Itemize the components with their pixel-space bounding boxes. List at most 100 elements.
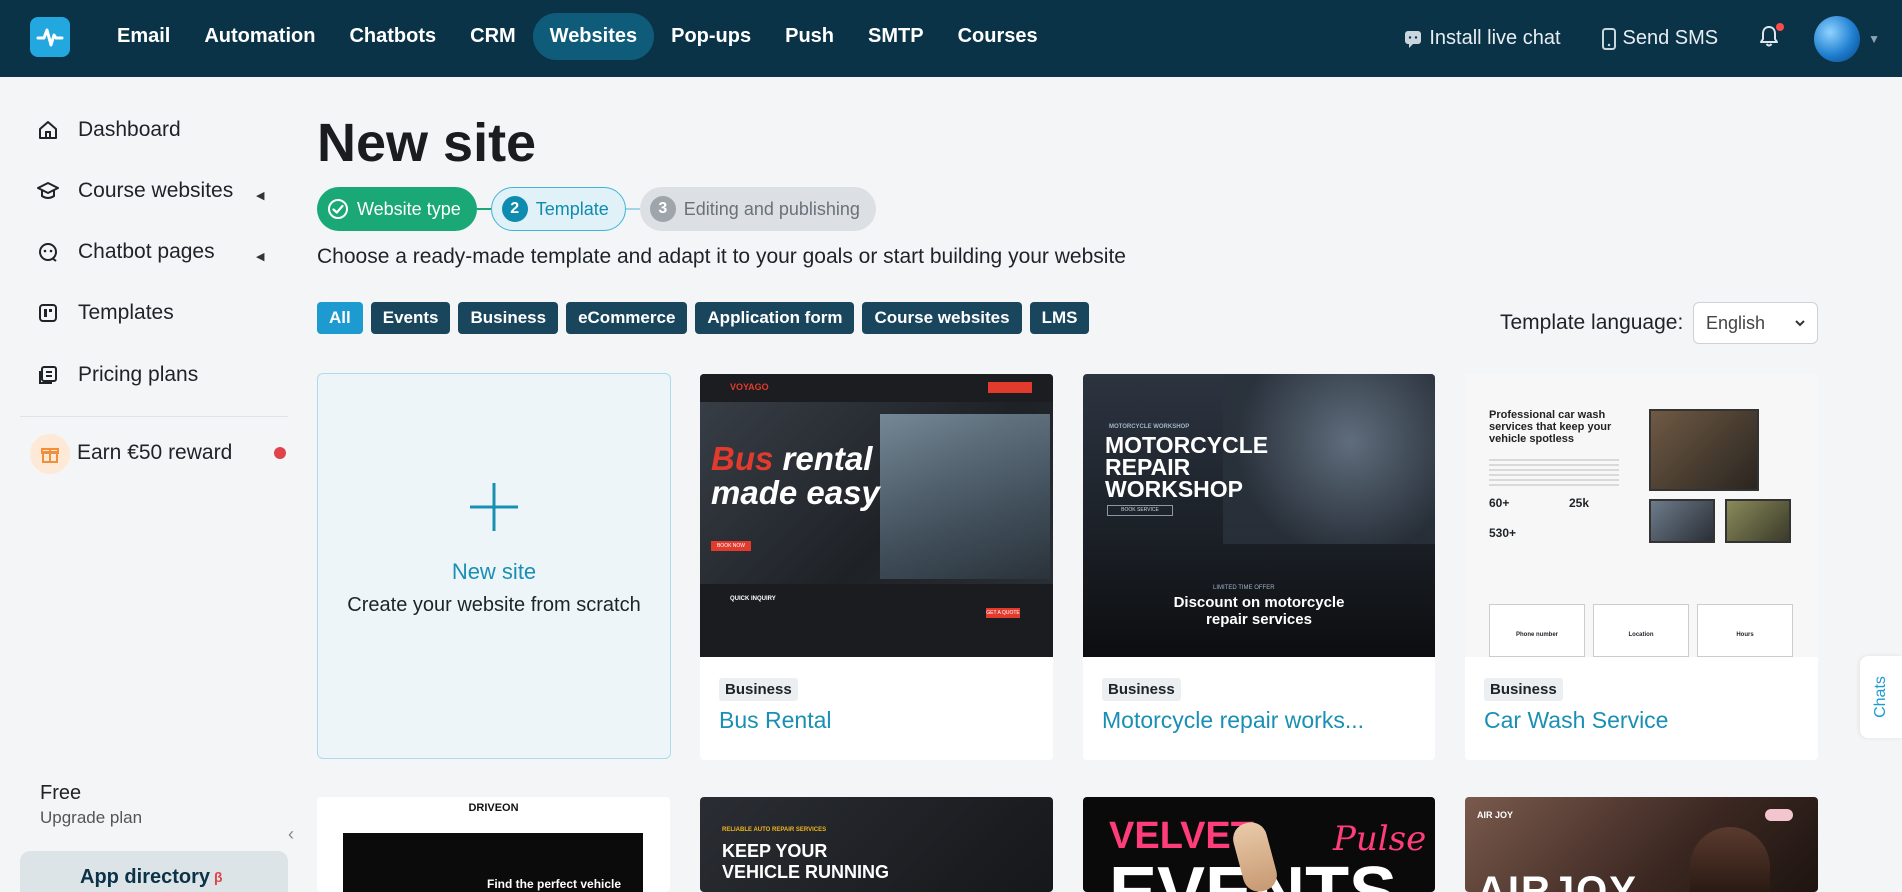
preview-script: Pulse [1333,819,1427,859]
filter-business[interactable]: Business [458,302,559,334]
main-nav: Email Automation Chatbots CRM Websites P… [100,13,1055,60]
sidebar-item-label: Templates [78,301,174,324]
step-connector [625,208,640,210]
step-template[interactable]: 2 Template [490,187,626,231]
chats-tab-label: Chats [1871,676,1889,718]
preview-headline: MOTORCYCLE REPAIR WORKSHOP [1105,432,1269,502]
sidebar-item-templates[interactable]: Templates [36,301,174,325]
pricing-icon [36,363,60,387]
upgrade-plan-link[interactable]: Upgrade plan [40,808,142,828]
top-navigation-bar: Email Automation Chatbots CRM Websites P… [0,0,1902,77]
template-card-driveon[interactable]: DRIVEON Find the perfect vehicle [317,797,670,892]
send-sms-link[interactable]: Send SMS [1601,27,1719,50]
collapse-sidebar-icon[interactable]: ‹ [288,824,294,845]
app-logo[interactable] [30,17,70,57]
template-category-badge: Business [1484,678,1563,701]
step-editing-publishing: 3 Editing and publishing [639,187,876,231]
preview-headline: AIRJOY [1477,869,1638,892]
earn-reward-link[interactable]: Earn €50 reward [77,441,232,465]
sidebar-item-chatbot-pages[interactable]: Chatbot pages [36,240,215,264]
template-card-auto-repair[interactable]: RELIABLE AUTO REPAIR SERVICES KEEP YOUR … [700,797,1053,892]
preview-card-2: Location [1628,632,1654,638]
earn-reward-label: Earn €50 reward [77,441,233,464]
new-site-card[interactable]: New site Create your website from scratc… [317,373,671,759]
nav-crm[interactable]: CRM [453,13,533,60]
sidebar-item-dashboard[interactable]: Dashboard [36,118,181,142]
expand-arrow-icon[interactable]: ◀ [256,189,264,202]
template-name: Motorcycle repair works... [1102,707,1365,733]
step-label: Editing and publishing [683,198,860,219]
template-language-value: English [1706,312,1766,333]
install-live-chat-label: Install live chat [1429,27,1561,49]
filter-lms[interactable]: LMS [1029,302,1090,334]
graduation-cap-icon [36,179,60,203]
notification-dot [1776,23,1785,31]
nav-courses[interactable]: Courses [941,13,1055,60]
template-card-motorcycle-repair[interactable]: MOTORCYCLE WORKSHOP MOTORCYCLE REPAIR WO… [1083,374,1435,760]
preview-brand: DRIVEON [468,802,519,814]
sidebar-item-pricing-plans[interactable]: Pricing plans [36,363,198,387]
category-filters: All Events Business eCommerce Applicatio… [317,302,1090,334]
nav-chatbots[interactable]: Chatbots [332,13,453,60]
new-site-subtitle: Create your website from scratch [347,594,641,616]
sidebar-item-label: Chatbot pages [78,240,215,263]
template-category-badge: Business [719,678,798,701]
chats-side-tab[interactable]: Chats [1860,656,1902,738]
app-directory-button[interactable]: App directory β [20,851,288,892]
sidebar-item-label: Dashboard [78,118,181,141]
sidebar-item-course-websites[interactable]: Course websites [36,179,233,203]
preview-card-3: Hours [1736,632,1754,638]
notifications-button[interactable] [1758,23,1785,52]
preview-cta: BOOK SERVICE [1107,505,1173,516]
template-name: Bus Rental [719,707,832,733]
filter-ecommerce[interactable]: eCommerce [566,302,688,334]
step-number: 2 [501,196,528,222]
nav-automation[interactable]: Automation [187,13,332,60]
new-site-title: New site [451,559,537,584]
chevron-down-icon[interactable]: ▼ [1868,32,1880,46]
page-title: New site [317,113,537,173]
nav-popups[interactable]: Pop-ups [654,13,768,60]
expand-arrow-icon[interactable]: ◀ [256,250,264,263]
nav-email[interactable]: Email [100,13,187,60]
sidebar-divider [20,416,288,417]
preview-cta: BOOK NOW [711,541,751,551]
template-icon [36,301,60,325]
pulse-logo-icon [36,28,64,47]
app-directory-label: App directory [80,865,211,888]
preview-headline-word: rental [782,440,873,477]
preview-inquiry: QUICK INQUIRY [730,596,776,602]
nav-smtp[interactable]: SMTP [851,13,941,60]
filter-events[interactable]: Events [370,302,451,334]
filter-application-form[interactable]: Application form [695,302,855,334]
filter-course-websites[interactable]: Course websites [862,302,1022,334]
reward-indicator-dot [274,447,286,459]
preview-kicker: RELIABLE AUTO REPAIR SERVICES [722,827,827,833]
template-preview-image: VOYAGO Bus rental made easy BOOK NOW QUI… [700,374,1053,657]
preview-submit: GET A QUOTE [986,608,1020,618]
nav-websites[interactable]: Websites [532,13,655,60]
user-avatar[interactable] [1814,15,1861,62]
template-name: Car Wash Service [1484,707,1669,733]
install-live-chat-link[interactable]: Install live chat [1403,27,1561,50]
chevron-down-icon [1795,320,1805,327]
template-language-label: Template language: [1500,311,1684,334]
preview-brand: AIR JOY [1477,810,1514,820]
template-card-airjoy[interactable]: AIR JOY AIRJOY [1465,797,1818,892]
nav-push[interactable]: Push [768,13,851,60]
template-preview-image: Professional car wash services that keep… [1465,374,1818,657]
step-website-type[interactable]: Website type [317,187,477,231]
sidebar-item-label: Course websites [78,179,234,202]
template-card-car-wash[interactable]: Professional car wash services that keep… [1465,374,1818,760]
step-connector [476,208,491,210]
template-card-bus-rental[interactable]: VOYAGO Bus rental made easy BOOK NOW QUI… [700,374,1053,760]
template-card-velvet-events[interactable]: VELVET EVENTS Pulse [1083,797,1435,892]
send-sms-label: Send SMS [1622,27,1719,49]
template-language-select[interactable]: English [1693,302,1818,344]
preview-offer-kicker: LIMITED TIME OFFER [1213,585,1275,591]
home-icon [36,118,60,142]
chat-bot-icon [36,240,60,264]
preview-offer: Discount on motorcycle repair services [1173,594,1345,628]
step-label: Website type [357,198,461,219]
filter-all[interactable]: All [317,302,363,334]
